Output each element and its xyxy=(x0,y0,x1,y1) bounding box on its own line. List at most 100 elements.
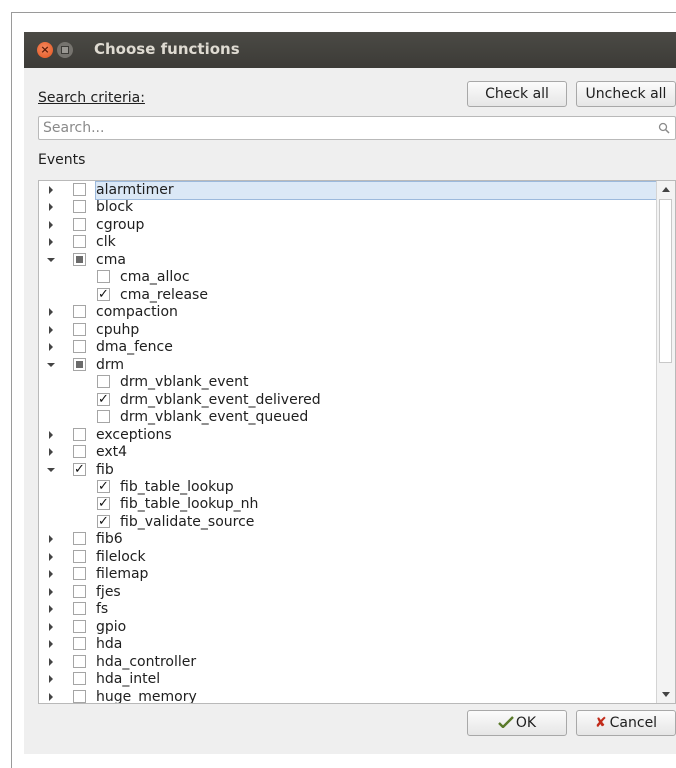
checkbox[interactable]: ✓ xyxy=(97,514,110,528)
tree-category-row[interactable]: exceptions xyxy=(39,427,655,444)
tree-event-row[interactable]: ✓ cma_release xyxy=(39,287,655,304)
expand-arrow-right-icon[interactable] xyxy=(49,675,53,684)
checkbox[interactable] xyxy=(73,567,86,581)
tree-event-row[interactable]: ✓ fib_validate_source xyxy=(39,514,655,531)
expand-arrow-right-icon[interactable] xyxy=(49,587,53,596)
expand-arrow-right-icon[interactable] xyxy=(49,622,53,631)
checkbox[interactable]: ✓ xyxy=(97,287,110,301)
checkbox[interactable] xyxy=(73,619,86,633)
checkbox[interactable] xyxy=(73,252,86,266)
tree-event-row[interactable]: ✓ drm_vblank_event_delivered xyxy=(39,392,655,409)
expand-arrow-right-icon[interactable] xyxy=(49,220,53,229)
tree-event-row[interactable]: ✓ fib_table_lookup xyxy=(39,479,655,496)
tree-category-row[interactable]: hda_intel xyxy=(39,671,655,688)
checkbox[interactable] xyxy=(73,584,86,598)
expand-arrow-right-icon[interactable] xyxy=(49,203,53,212)
checkbox[interactable] xyxy=(73,532,86,546)
expand-arrow-right-icon[interactable] xyxy=(49,308,53,317)
expand-arrow-right-icon[interactable] xyxy=(49,640,53,649)
scrollbar-thumb[interactable] xyxy=(659,199,672,363)
tree-category-row[interactable]: ✓ fib xyxy=(39,462,655,479)
tree-item-label: huge_memory xyxy=(96,688,197,704)
minimize-window-button[interactable] xyxy=(57,42,73,58)
checkbox[interactable] xyxy=(73,322,86,336)
tree-event-row[interactable]: drm_vblank_event_queued xyxy=(39,409,655,426)
expand-arrow-right-icon[interactable] xyxy=(49,692,53,701)
checkbox[interactable]: ✓ xyxy=(73,462,86,476)
ok-button[interactable]: OK xyxy=(467,710,567,736)
close-window-button[interactable]: × xyxy=(37,42,53,58)
tree-category-row[interactable]: fjes xyxy=(39,584,655,601)
tree-category-row[interactable]: clk xyxy=(39,234,655,251)
tree-category-row[interactable]: huge_memory xyxy=(39,688,655,704)
scroll-up-arrow-icon[interactable] xyxy=(662,187,670,192)
checkbox[interactable] xyxy=(73,200,86,214)
checkbox[interactable] xyxy=(73,689,86,703)
checkbox[interactable] xyxy=(97,410,110,424)
tree-category-row[interactable]: alarmtimer xyxy=(39,181,658,200)
checkbox[interactable] xyxy=(73,672,86,686)
uncheck-all-button[interactable]: Uncheck all xyxy=(576,81,676,107)
expand-arrow-down-icon[interactable] xyxy=(47,362,55,367)
tree-category-row[interactable]: cpuhp xyxy=(39,322,655,339)
tree-item-label: drm_vblank_event_queued xyxy=(120,409,309,426)
checkbox[interactable] xyxy=(73,217,86,231)
expand-arrow-right-icon[interactable] xyxy=(49,325,53,334)
checkbox[interactable] xyxy=(73,549,86,563)
expand-arrow-right-icon[interactable] xyxy=(49,657,53,666)
tree-category-row[interactable]: hda_controller xyxy=(39,654,655,671)
tree-category-row[interactable]: filemap xyxy=(39,566,655,583)
tree-category-row[interactable]: fs xyxy=(39,601,655,618)
tree-event-row[interactable]: drm_vblank_event xyxy=(39,374,655,391)
checkbox[interactable]: ✓ xyxy=(97,392,110,406)
search-icon[interactable] xyxy=(658,122,670,134)
expand-arrow-right-icon[interactable] xyxy=(49,552,53,561)
tree-event-row[interactable]: ✓ fib_table_lookup_nh xyxy=(39,496,655,513)
checkbox[interactable] xyxy=(73,340,86,354)
vertical-scrollbar[interactable] xyxy=(656,181,675,703)
expand-arrow-right-icon[interactable] xyxy=(49,238,53,247)
expand-arrow-right-icon[interactable] xyxy=(49,570,53,579)
tree-category-row[interactable]: hda xyxy=(39,636,655,653)
tree-category-row[interactable]: compaction xyxy=(39,304,655,321)
tree-item-label: compaction xyxy=(96,304,178,321)
tree-category-row[interactable]: fib6 xyxy=(39,531,655,548)
tree-item-label: hda xyxy=(96,636,123,653)
checkbox[interactable] xyxy=(73,637,86,651)
checkbox[interactable] xyxy=(73,183,86,196)
expand-arrow-right-icon[interactable] xyxy=(49,343,53,352)
expand-arrow-down-icon[interactable] xyxy=(47,257,55,262)
expand-arrow-right-icon[interactable] xyxy=(49,430,53,439)
checkbox[interactable] xyxy=(97,270,110,284)
tree-category-row[interactable]: gpio xyxy=(39,619,655,636)
checkbox[interactable] xyxy=(73,357,86,371)
search-input[interactable] xyxy=(43,119,643,137)
tree-category-row[interactable]: dma_fence xyxy=(39,339,655,356)
tree-category-row[interactable]: cgroup xyxy=(39,217,655,234)
expand-arrow-right-icon[interactable] xyxy=(49,186,53,194)
checkbox[interactable]: ✓ xyxy=(97,479,110,493)
expand-arrow-down-icon[interactable] xyxy=(47,467,55,472)
checkbox[interactable] xyxy=(73,445,86,459)
tree-category-row[interactable]: cma xyxy=(39,252,655,269)
tree-category-row[interactable]: ext4 xyxy=(39,444,655,461)
checkbox[interactable] xyxy=(97,375,110,389)
scroll-down-arrow-icon[interactable] xyxy=(662,692,670,697)
checkbox[interactable] xyxy=(73,235,86,249)
tree-category-row[interactable]: filelock xyxy=(39,549,655,566)
tree-category-row[interactable]: block xyxy=(39,199,655,216)
tree-event-row[interactable]: cma_alloc xyxy=(39,269,655,286)
expand-arrow-right-icon[interactable] xyxy=(49,535,53,544)
checkbox[interactable] xyxy=(73,427,86,441)
events-tree[interactable]: alarmtimer block cgroup clk cma cma_alloc ✓ cma… xyxy=(38,180,676,704)
check-all-button[interactable]: Check all xyxy=(467,81,567,107)
checkbox[interactable]: ✓ xyxy=(97,497,110,511)
checkbox[interactable] xyxy=(73,305,86,319)
expand-arrow-right-icon[interactable] xyxy=(49,605,53,614)
checkbox[interactable] xyxy=(73,654,86,668)
tree-category-row[interactable]: drm xyxy=(39,357,655,374)
expand-arrow-right-icon[interactable] xyxy=(49,448,53,457)
cancel-button[interactable]: ✘ Cancel xyxy=(576,710,676,736)
checkbox[interactable] xyxy=(73,602,86,616)
tree-item-label: drm xyxy=(96,356,125,373)
